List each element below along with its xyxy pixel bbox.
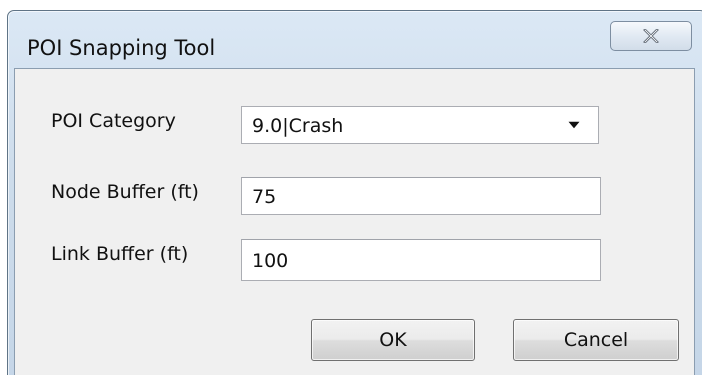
link-buffer-input[interactable]: 100 (241, 239, 601, 281)
cancel-button[interactable]: Cancel (513, 319, 679, 361)
title-bar[interactable]: POI Snapping Tool (8, 11, 702, 69)
ok-button[interactable]: OK (311, 319, 475, 361)
close-icon (643, 29, 659, 43)
dialog-window: POI Snapping Tool POI Category 9.0|Crash (7, 10, 702, 375)
link-buffer-value: 100 (252, 250, 289, 272)
window-title: POI Snapping Tool (27, 36, 216, 60)
poi-category-label: POI Category (51, 110, 176, 132)
link-buffer-label: Link Buffer (ft) (51, 243, 189, 265)
dialog-content: POI Category 9.0|Crash Node Buffer (ft) … (14, 68, 695, 375)
poi-category-selected: 9.0|Crash (252, 115, 344, 137)
screen: POI Snapping Tool POI Category 9.0|Crash (0, 0, 702, 375)
node-buffer-input[interactable]: 75 (241, 177, 601, 215)
chevron-down-icon (564, 115, 584, 135)
node-buffer-value: 75 (252, 186, 277, 208)
close-button[interactable] (610, 21, 692, 51)
node-buffer-label: Node Buffer (ft) (51, 181, 199, 203)
poi-category-select[interactable]: 9.0|Crash (241, 106, 599, 144)
